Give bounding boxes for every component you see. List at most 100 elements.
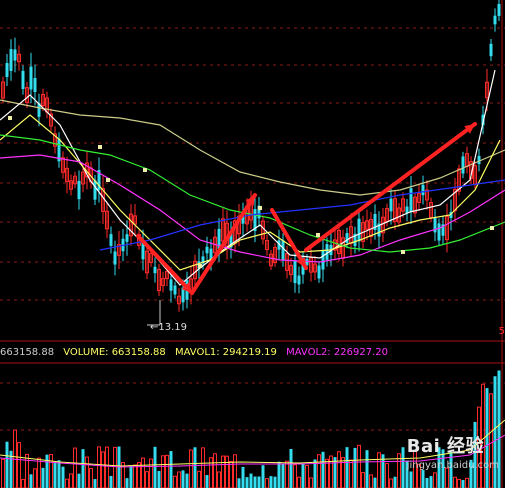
volume-bar [109, 475, 113, 488]
volume-bar [409, 471, 413, 488]
volume-bar [385, 463, 389, 488]
candle-body [153, 266, 157, 274]
volume-bar [269, 476, 273, 488]
candle-body [389, 198, 393, 212]
volume-bar [337, 451, 341, 488]
volume-bar [401, 447, 405, 488]
candle-body [357, 218, 361, 242]
volume-bar [309, 477, 313, 488]
candle-body [33, 78, 37, 92]
volume-bar [373, 477, 377, 488]
volume-bar [221, 455, 225, 488]
volume-bar [1, 458, 5, 488]
volume-bar [81, 449, 85, 488]
candle-body [461, 156, 465, 174]
volume-bar [29, 474, 33, 488]
volume-bar [49, 453, 53, 488]
volume-bar [349, 459, 353, 488]
ma-marker [8, 116, 12, 120]
volume-bar [41, 467, 45, 488]
volume-bar [293, 464, 297, 488]
volume-cut-value: 663158.88 [0, 347, 55, 358]
volume-bar [289, 448, 293, 488]
ma-line-white [0, 69, 496, 286]
volume-bar [213, 453, 217, 488]
candle-body [317, 265, 321, 279]
volume-bar [301, 463, 305, 488]
volume-bar [193, 447, 197, 488]
volume-bar [173, 475, 177, 488]
volume-bar [317, 454, 321, 488]
candle-body [5, 63, 9, 77]
volume-bar [45, 454, 49, 488]
candle-body [125, 234, 129, 242]
candle-body [489, 43, 493, 57]
right-edge-label: 5 [498, 326, 505, 337]
volume-bar [97, 446, 101, 488]
volume-bar [149, 458, 153, 488]
volume-bar [161, 455, 165, 488]
candle-body [321, 250, 325, 270]
candle-body [421, 184, 425, 196]
volume-bar [285, 460, 289, 488]
volume-bar [229, 461, 233, 488]
candle-body [205, 246, 209, 254]
volume-bar [249, 473, 253, 488]
volume-bar [321, 451, 325, 488]
watermark-main: Bai 经验 [406, 436, 485, 457]
candle-body [477, 155, 481, 165]
volume-bar [153, 446, 157, 488]
candle-body [77, 180, 81, 200]
volume-bar [185, 473, 189, 488]
volume-bar [129, 465, 133, 488]
volume-bar [25, 453, 29, 488]
volume-bar [85, 456, 89, 488]
candle-body [297, 275, 301, 285]
volume-bar [37, 457, 41, 488]
ma-marker [490, 226, 494, 230]
volume-bar [57, 460, 61, 488]
ma-marker [98, 145, 102, 149]
volume-bar [53, 461, 57, 488]
volume-bar [217, 471, 221, 488]
volume-bar [425, 478, 429, 488]
volume-bar [197, 470, 201, 488]
watermark-sub: jingyan.baidu.com [406, 460, 499, 471]
volume-bar [273, 476, 277, 488]
volume-bar [105, 446, 109, 488]
volume-bar [297, 476, 301, 488]
ma-line-green [0, 134, 505, 253]
volume-bar [345, 447, 349, 488]
ma-marker [258, 206, 262, 210]
volume-bar [69, 473, 73, 488]
volume-bar [453, 476, 457, 488]
candle-body [13, 49, 17, 61]
volume-bar [233, 454, 237, 488]
volume-bar [201, 447, 205, 488]
volume-bar [73, 447, 77, 488]
volume-bar [241, 466, 245, 488]
stock-chart: ←13.19 663158.88 VOLUME: 663158.88 MAVOL… [0, 0, 505, 488]
volume-bar [281, 464, 285, 488]
volume-bar [429, 476, 433, 488]
volume-bar [393, 476, 397, 488]
volume-bar [169, 451, 173, 488]
volume-bar [357, 444, 361, 488]
volume-bar [93, 479, 97, 488]
candle-body [113, 251, 117, 265]
volume-bar [465, 477, 469, 488]
volume-bar [189, 449, 193, 488]
candle-body [437, 223, 441, 241]
volume-label: VOLUME: 663158.88 [63, 347, 166, 358]
volume-bar [101, 451, 105, 488]
volume-bar [225, 455, 229, 488]
volume-bar [33, 468, 37, 488]
ma-marker [198, 264, 202, 268]
candle-body [497, 4, 501, 16]
candle-body [93, 180, 97, 200]
candle-body [9, 49, 13, 71]
candle-body [21, 70, 25, 90]
volume-bar [237, 478, 241, 488]
volume-bar [145, 471, 149, 488]
volume-bar [457, 478, 461, 488]
